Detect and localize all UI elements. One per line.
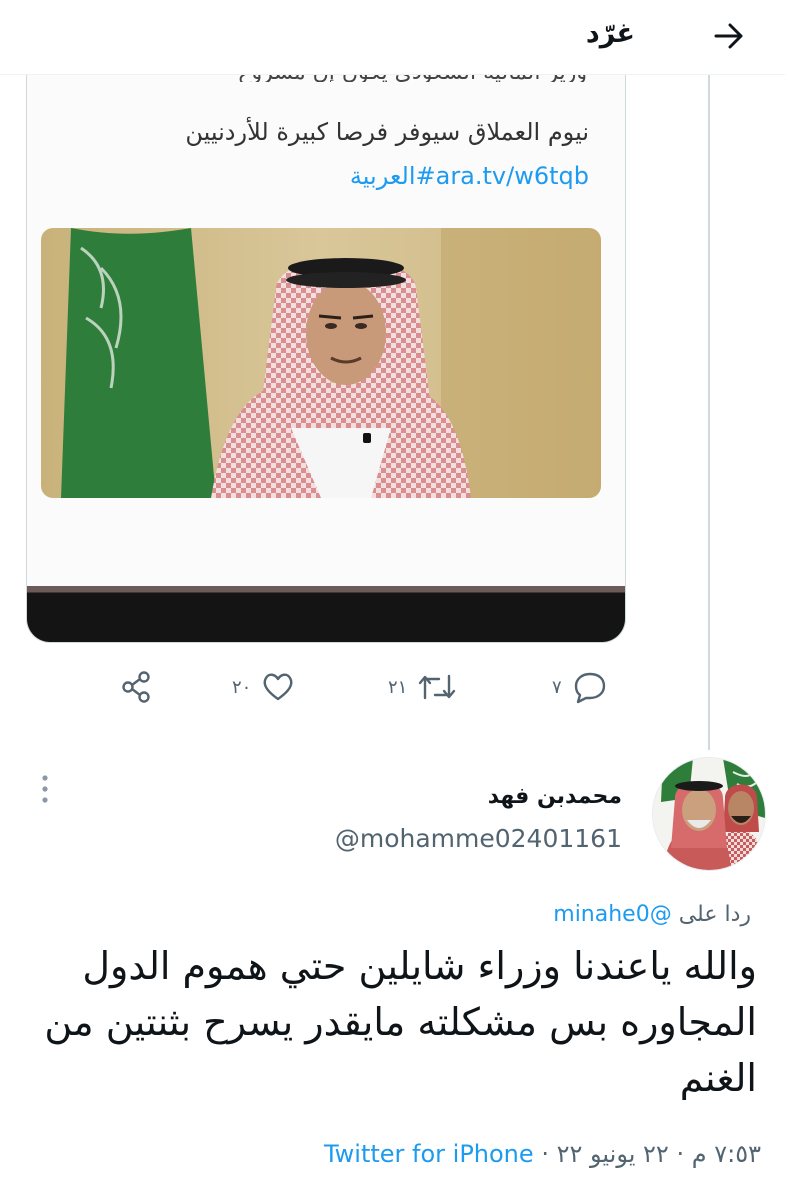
retweet-icon — [419, 674, 456, 700]
page-title: غرّد — [585, 18, 635, 49]
retweet-count: ٢١ — [388, 676, 408, 698]
like-count: ٢٠ — [232, 676, 252, 698]
action-bar: ٢٠ ٢١ ٧ — [0, 666, 785, 710]
display-name[interactable]: محمدبن فهد — [488, 784, 622, 809]
reply-button[interactable]: ٧ — [552, 670, 608, 704]
avatar[interactable] — [652, 757, 766, 871]
more-options-button[interactable] — [36, 772, 54, 806]
news-photo — [41, 228, 601, 498]
back-button[interactable] — [707, 14, 751, 58]
replying-to-prefix: ردا على — [678, 902, 751, 927]
reply-count: ٧ — [552, 676, 562, 698]
tweet-source[interactable]: Twitter for iPhone — [324, 1140, 534, 1168]
tweet-date[interactable]: ٢٢ يونيو ٢٢ — [557, 1140, 669, 1168]
card-footer-bar — [27, 586, 625, 642]
tweet-time[interactable]: ٧:٥٣ م — [692, 1140, 761, 1168]
share-icon — [122, 671, 150, 703]
quoted-card[interactable]: وزير المالية السعودي يكون إن مشروع نيوم … — [26, 74, 626, 643]
tweet-meta: ٧:٥٣ م · ٢٢ يونيو ٢٢ · Twitter for iPhon… — [324, 1140, 761, 1168]
meta-separator: · — [541, 1140, 549, 1168]
card-cut-text: وزير المالية السعودي يكون إن مشروع — [67, 74, 587, 82]
thread-line — [708, 74, 710, 750]
share-button[interactable] — [120, 670, 154, 704]
user-handle[interactable]: @mohamme02401161 — [335, 824, 622, 853]
replying-to-mention[interactable]: @minahe0 — [553, 902, 671, 927]
comment-icon — [574, 672, 605, 704]
like-button[interactable]: ٢٠ — [232, 670, 295, 704]
more-dots-icon — [42, 775, 48, 803]
card-text-line: نيوم العملاق سيوفر فرصا كبيرة للأردنيين — [185, 118, 589, 146]
retweet-button[interactable]: ٢١ — [388, 670, 457, 704]
meta-separator: · — [676, 1140, 685, 1168]
replying-to: ردا على @minahe0 — [553, 902, 751, 927]
arrow-right-icon — [714, 23, 743, 49]
tweet-text: والله ياعندنا وزراء شايلين حتي هموم الدو… — [44, 944, 757, 1100]
heart-icon — [263, 673, 293, 701]
top-bar: غرّد — [0, 0, 785, 75]
card-link[interactable]: ara.tv/w6tqb#العربية — [350, 162, 589, 190]
